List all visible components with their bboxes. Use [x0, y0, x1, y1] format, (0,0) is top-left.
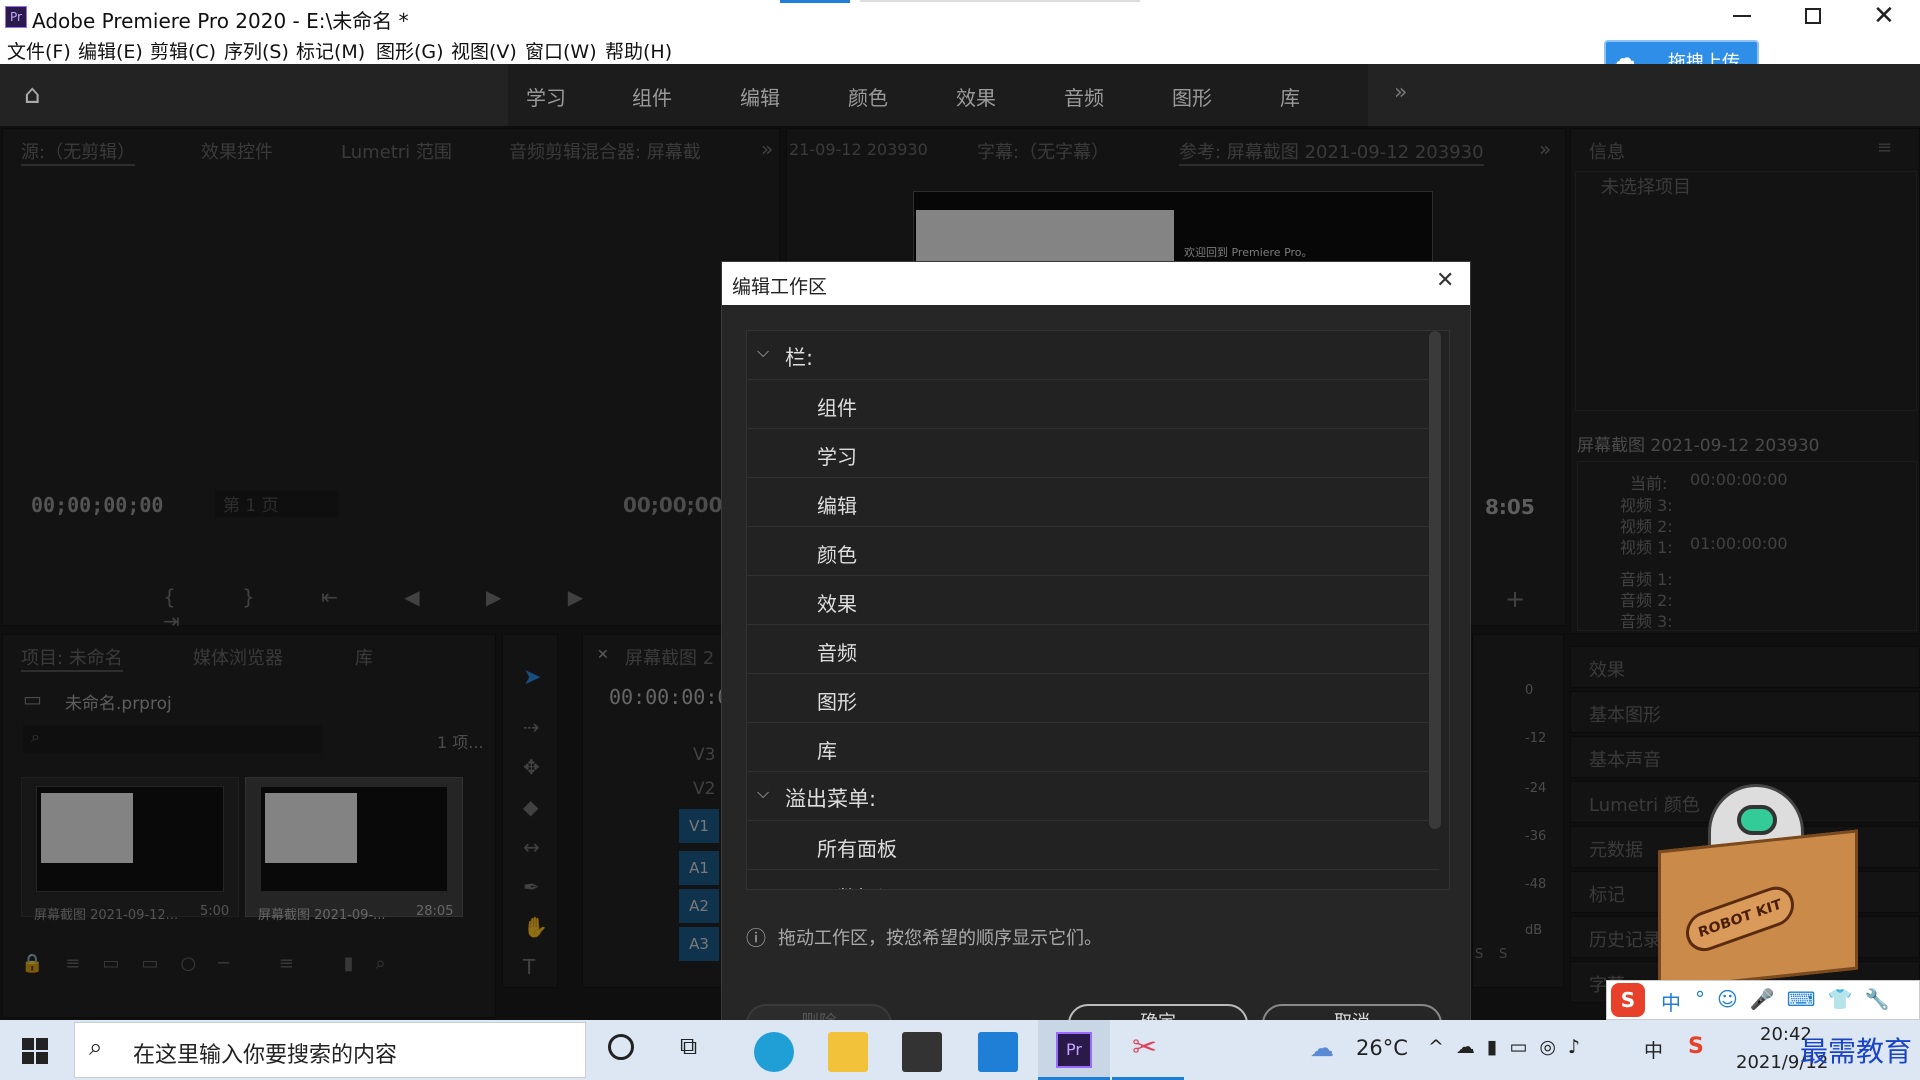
task-view-icon[interactable]: ⧉: [680, 1032, 697, 1060]
snipping-tool-icon: ✂: [1132, 1030, 1158, 1065]
cortana-icon[interactable]: [608, 1034, 634, 1060]
watermark: 最需教育: [1800, 1035, 1913, 1068]
workspace-item-label: 组件: [817, 396, 857, 420]
home-icon[interactable]: ⌂: [24, 80, 41, 110]
ime-tool-icons: °☺🎤⌨👕🔧: [1695, 987, 1902, 1011]
workspace-item-label: 音频: [817, 641, 857, 665]
workspace-item-editing[interactable]: 编辑: [747, 478, 1439, 527]
store-icon[interactable]: [902, 1032, 942, 1072]
list-scrollbar[interactable]: [1429, 331, 1441, 829]
ws-tab-color[interactable]: 颜色: [848, 82, 888, 111]
start-pane: [36, 1052, 48, 1064]
weather-icon[interactable]: ☁: [1310, 1034, 1334, 1062]
title-tab-indicator: [780, 0, 850, 3]
overflow-chevron-icon[interactable]: »: [1394, 80, 1407, 105]
chevron-down-icon: ⌵: [757, 342, 770, 361]
workspace-item-label: 所有面板: [817, 837, 897, 861]
tray-icons: ^☁▮▭◎♪: [1428, 1036, 1593, 1058]
workspace-item-audio[interactable]: 音频: [747, 625, 1439, 674]
workspace-bar: ⌂ 学习 组件 编辑 颜色 效果 音频 图形 库 »: [0, 64, 1920, 126]
ime-toolbar: S 中 °☺🎤⌨👕🔧: [1606, 980, 1920, 1020]
edge-icon[interactable]: [754, 1032, 794, 1072]
ws-tab-audio[interactable]: 音频: [1064, 82, 1104, 111]
ws-tab-libraries[interactable]: 库: [1280, 82, 1300, 111]
taskbar-search-input[interactable]: ⌕ 在这里输入你要搜索的内容: [74, 1022, 586, 1078]
workspace-item-label: 效果: [817, 592, 857, 616]
workspace-list: ⌵ 栏: 组件 学习 编辑 颜色 效果 音频 图形 库 ⌵ 溢出菜单: 所有面板…: [746, 330, 1450, 890]
workspace-item-label: 图形: [817, 690, 857, 714]
workspace-item-libraries[interactable]: 库: [747, 723, 1439, 772]
ime-mode[interactable]: 中: [1661, 987, 1681, 1016]
menu-file[interactable]: 文件(F): [7, 37, 71, 64]
ws-tab-editing[interactable]: 编辑: [740, 82, 780, 111]
title-bar: Pr Adobe Premiere Pro 2020 - E:\未命名 * ✕: [0, 0, 1920, 34]
menu-help[interactable]: 帮助(H): [605, 37, 672, 64]
menu-edit[interactable]: 编辑(E): [78, 37, 143, 64]
menu-sequence[interactable]: 序列(S): [224, 37, 289, 64]
menu-window[interactable]: 窗口(W): [525, 37, 597, 64]
section-overflow[interactable]: ⌵ 溢出菜单:: [747, 772, 1439, 821]
robot-box-badge: ROBOT KIT: [1681, 881, 1799, 957]
workspace-item-label: 颜色: [817, 543, 857, 567]
workspace-item-assembly[interactable]: 组件: [747, 380, 1439, 429]
workspace-item-metadata-logging[interactable]: 元数据记录: [747, 870, 1439, 889]
sogou-tray-icon[interactable]: S: [1688, 1034, 1704, 1059]
search-icon: ⌕: [89, 1033, 103, 1061]
premiere-taskbar-icon: Pr: [1056, 1032, 1092, 1068]
start-pane: [22, 1052, 34, 1064]
dialog-title: 编辑工作区: [732, 276, 828, 298]
menu-graphics[interactable]: 图形(G): [376, 37, 444, 64]
ws-tab-effects[interactable]: 效果: [956, 82, 996, 111]
menu-view[interactable]: 视图(V): [451, 37, 517, 64]
ws-tab-assembly[interactable]: 组件: [632, 82, 672, 111]
workspace-item-effects[interactable]: 效果: [747, 576, 1439, 625]
file-explorer-icon[interactable]: [828, 1032, 868, 1072]
sogou-icon[interactable]: S: [1611, 983, 1645, 1017]
menu-marker[interactable]: 标记(M): [296, 37, 365, 64]
robot-eye: [1737, 805, 1777, 835]
workspace-item-label: 学习: [817, 445, 857, 469]
edit-workspaces-dialog: 编辑工作区 ✕ ⌵ 栏: 组件 学习 编辑 颜色 效果 音频 图形 库 ⌵ 溢出…: [721, 261, 1471, 1044]
dialog-title-bar: 编辑工作区 ✕: [722, 262, 1470, 305]
robot-box-text: ROBOT KIT: [1696, 896, 1784, 942]
window-title: Adobe Premiere Pro 2020 - E:\未命名 *: [32, 9, 409, 33]
ws-tab-learn[interactable]: 学习: [526, 82, 566, 111]
section-bar[interactable]: ⌵ 栏:: [747, 331, 1439, 380]
section-overflow-label: 溢出菜单:: [785, 787, 877, 811]
start-pane: [22, 1038, 34, 1050]
dialog-hint: 拖动工作区，按您希望的顺序显示它们。: [778, 928, 1102, 949]
close-window-icon[interactable]: ✕: [1873, 1, 1895, 31]
temperature[interactable]: 26°C: [1356, 1036, 1408, 1060]
workspace-item-label: 编辑: [817, 494, 857, 518]
dialog-close-icon[interactable]: ✕: [1436, 268, 1454, 293]
workspace-item-label: 库: [817, 739, 837, 763]
premiere-taskbar-item[interactable]: Pr: [1038, 1020, 1110, 1080]
chevron-down-icon: ⌵: [757, 783, 770, 802]
start-pane: [36, 1038, 48, 1050]
workspace-item-all-panels[interactable]: 所有面板: [747, 821, 1439, 870]
section-bar-label: 栏:: [785, 346, 814, 370]
info-icon: ⓘ: [746, 926, 766, 950]
restore-icon[interactable]: [1805, 8, 1821, 24]
workspace-item-color[interactable]: 颜色: [747, 527, 1439, 576]
robot-kit-mascot: ROBOT KIT: [1646, 784, 1872, 991]
menu-bar: 文件(F) 编辑(E) 剪辑(C) 序列(S) 标记(M) 图形(G) 视图(V…: [0, 34, 1920, 78]
ws-tab-graphics[interactable]: 图形: [1172, 82, 1212, 111]
search-placeholder: 在这里输入你要搜索的内容: [133, 1043, 398, 1068]
minimize-icon[interactable]: [1733, 15, 1751, 17]
premiere-app-icon: Pr: [5, 6, 27, 28]
title-tab-indicator-2: [860, 0, 1140, 2]
windows-start-icon[interactable]: [22, 1038, 48, 1064]
workspace-item-label: 元数据记录: [817, 882, 917, 889]
snipping-taskbar-item[interactable]: ✂: [1112, 1020, 1184, 1080]
workspace-item-learn[interactable]: 学习: [747, 429, 1439, 478]
menu-clip[interactable]: 剪辑(C): [150, 37, 216, 64]
tray-ime[interactable]: 中: [1644, 1036, 1663, 1063]
workspace-item-graphics[interactable]: 图形: [747, 674, 1439, 723]
robot-box: ROBOT KIT: [1658, 829, 1858, 991]
mail-icon[interactable]: [978, 1032, 1018, 1072]
